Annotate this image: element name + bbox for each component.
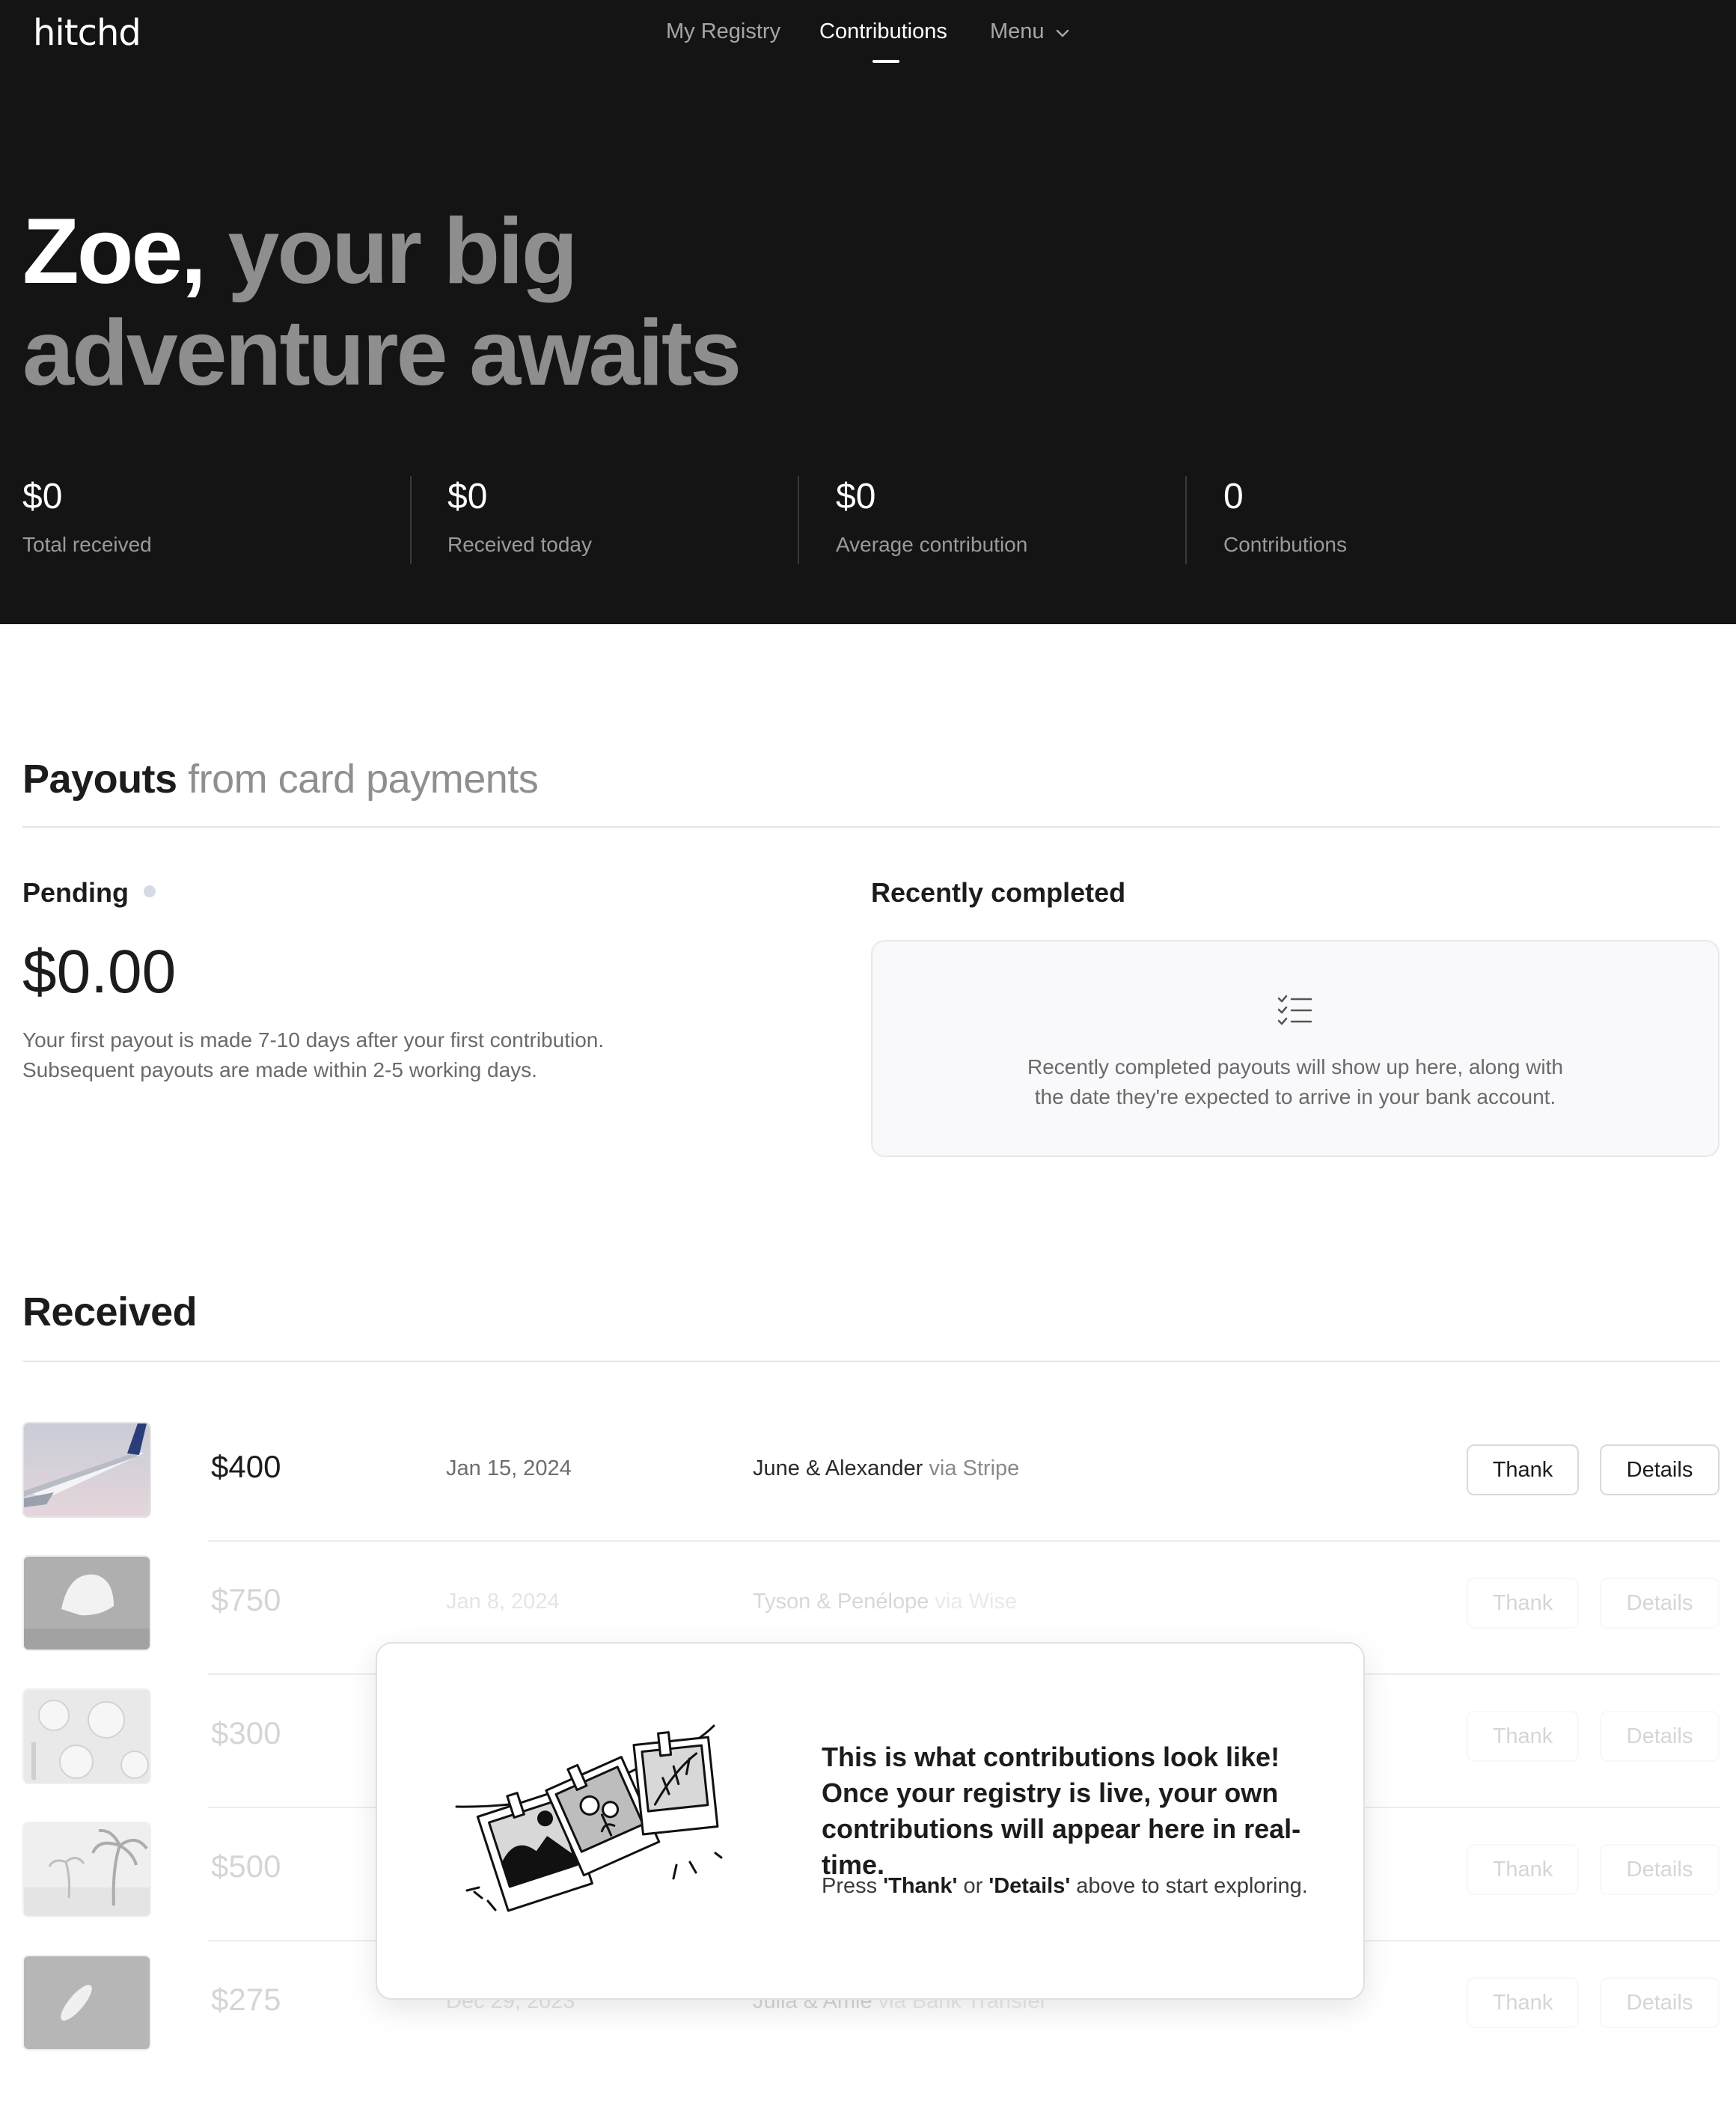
contribution-thumbnail-palm-beach xyxy=(22,1822,151,1917)
stat-value: $0 xyxy=(22,477,63,516)
pending-label: Pending xyxy=(22,877,129,908)
contribution-amount: $300 xyxy=(211,1715,281,1751)
popup-details-mention: 'Details' xyxy=(988,1874,1071,1898)
section-divider xyxy=(22,826,1720,828)
nav-my-registry[interactable]: My Registry xyxy=(666,19,780,49)
stat-value: 0 xyxy=(1223,477,1244,516)
active-tab-indicator xyxy=(872,60,899,63)
contribution-amount: $275 xyxy=(211,1982,281,2017)
contribution-from: Tyson & Penélope via Wise xyxy=(753,1590,1017,1614)
details-button[interactable]: Details xyxy=(1600,1844,1720,1895)
checklist-icon xyxy=(1277,994,1314,1031)
thank-button[interactable]: Thank xyxy=(1467,1578,1579,1629)
payouts-title: Payouts from card payments xyxy=(22,756,539,802)
payment-method: via Stripe xyxy=(929,1456,1020,1480)
empty-text-line1: Recently completed payouts will show up … xyxy=(1027,1055,1563,1078)
contribution-amount: $750 xyxy=(211,1582,281,1617)
table-row: $400 Jan 15, 2024 June & Alexander via S… xyxy=(0,1422,1736,1555)
headline-name: Zoe, xyxy=(22,200,207,303)
contribution-date: Jan 8, 2024 xyxy=(446,1590,560,1614)
contribution-amount: $500 xyxy=(211,1849,281,1884)
headline-line2: adventure awaits xyxy=(22,302,742,405)
contribution-thumbnail-cave xyxy=(22,1555,151,1651)
hero-headline: Zoe, your big adventure awaits xyxy=(22,200,742,405)
stat-label: Average contribution xyxy=(836,533,1028,556)
payouts-title-main: Payouts xyxy=(22,757,177,802)
popup-instructions: Press 'Thank' or 'Details' above to star… xyxy=(822,1874,1308,1899)
thank-button[interactable]: Thank xyxy=(1467,1977,1579,2028)
contributor-names: June & Alexander xyxy=(753,1456,923,1480)
sample-contributions-popup: This is what contributions look like! On… xyxy=(376,1642,1365,2000)
contributor-names: Tyson & Penélope xyxy=(753,1590,929,1614)
popup-heading: This is what contributions look like! On… xyxy=(822,1742,1301,1880)
stat-value: $0 xyxy=(836,477,876,516)
nav-menu-label: Menu xyxy=(990,19,1045,43)
payouts-title-suffix: from card payments xyxy=(188,757,539,802)
recently-completed-panel: Recently completed payouts will show up … xyxy=(871,940,1720,1157)
recently-completed-empty-text: Recently completed payouts will show up … xyxy=(872,1052,1718,1112)
contribution-date: Jan 15, 2024 xyxy=(446,1456,572,1480)
stat-label: Total received xyxy=(22,533,152,556)
chevron-down-icon xyxy=(1055,20,1070,45)
stat-label: Received today xyxy=(447,533,593,556)
contribution-thumbnail-airplane-wing xyxy=(22,1422,151,1518)
thank-button[interactable]: Thank xyxy=(1467,1711,1579,1762)
received-title: Received xyxy=(22,1290,198,1334)
row-divider xyxy=(208,1540,1720,1542)
details-button[interactable]: Details xyxy=(1600,1578,1720,1629)
stat-divider xyxy=(1185,476,1187,564)
pending-description: Your first payout is made 7-10 days afte… xyxy=(22,1025,604,1085)
thank-button[interactable]: Thank xyxy=(1467,1844,1579,1895)
stat-contributions: 0 Contributions xyxy=(1223,476,1347,557)
hero-header: hitchd My Registry Contributions Menu Zo… xyxy=(0,0,1736,624)
section-divider xyxy=(22,1361,1720,1362)
contribution-from: June & Alexander via Stripe xyxy=(753,1456,1019,1481)
pending-amount: $0.00 xyxy=(22,938,177,1006)
payment-method: via Wise xyxy=(935,1590,1018,1614)
popup-rest-text: above to start exploring. xyxy=(1076,1874,1308,1898)
contribution-thumbnail-table-setting xyxy=(22,1688,151,1784)
nav-menu[interactable]: Menu xyxy=(990,19,1070,49)
stat-label: Contributions xyxy=(1223,533,1347,556)
pending-heading: Pending xyxy=(22,877,156,909)
stat-divider xyxy=(798,476,799,564)
details-button[interactable]: Details xyxy=(1600,1977,1720,2028)
pending-text-line1: Your first payout is made 7-10 days afte… xyxy=(22,1028,605,1052)
thank-button[interactable]: Thank xyxy=(1467,1444,1579,1495)
hitchd-logo[interactable]: hitchd xyxy=(33,12,141,54)
recently-completed-heading: Recently completed xyxy=(871,877,1126,908)
stat-received-today: $0 Received today xyxy=(447,476,592,557)
stat-value: $0 xyxy=(447,477,488,516)
stat-average-contribution: $0 Average contribution xyxy=(836,476,1027,557)
polaroid-photos-illustration xyxy=(452,1718,736,1917)
popup-press-word: Press xyxy=(822,1874,878,1898)
details-button[interactable]: Details xyxy=(1600,1444,1720,1495)
headline-line1: your big xyxy=(227,200,578,303)
contribution-thumbnail-surfer xyxy=(22,1955,151,2051)
contribution-amount: $400 xyxy=(211,1449,281,1484)
stat-divider xyxy=(410,476,412,564)
stat-total-received: $0 Total received xyxy=(22,476,152,557)
empty-text-line2: the date they're expected to arrive in y… xyxy=(1034,1085,1556,1108)
nav-contributions[interactable]: Contributions xyxy=(819,19,947,49)
pending-text-line2: Subsequent payouts are made within 2-5 w… xyxy=(22,1058,537,1081)
pending-status-dot xyxy=(144,885,156,898)
details-button[interactable]: Details xyxy=(1600,1711,1720,1762)
popup-or-word: or xyxy=(963,1874,983,1898)
popup-thank-mention: 'Thank' xyxy=(883,1874,958,1898)
